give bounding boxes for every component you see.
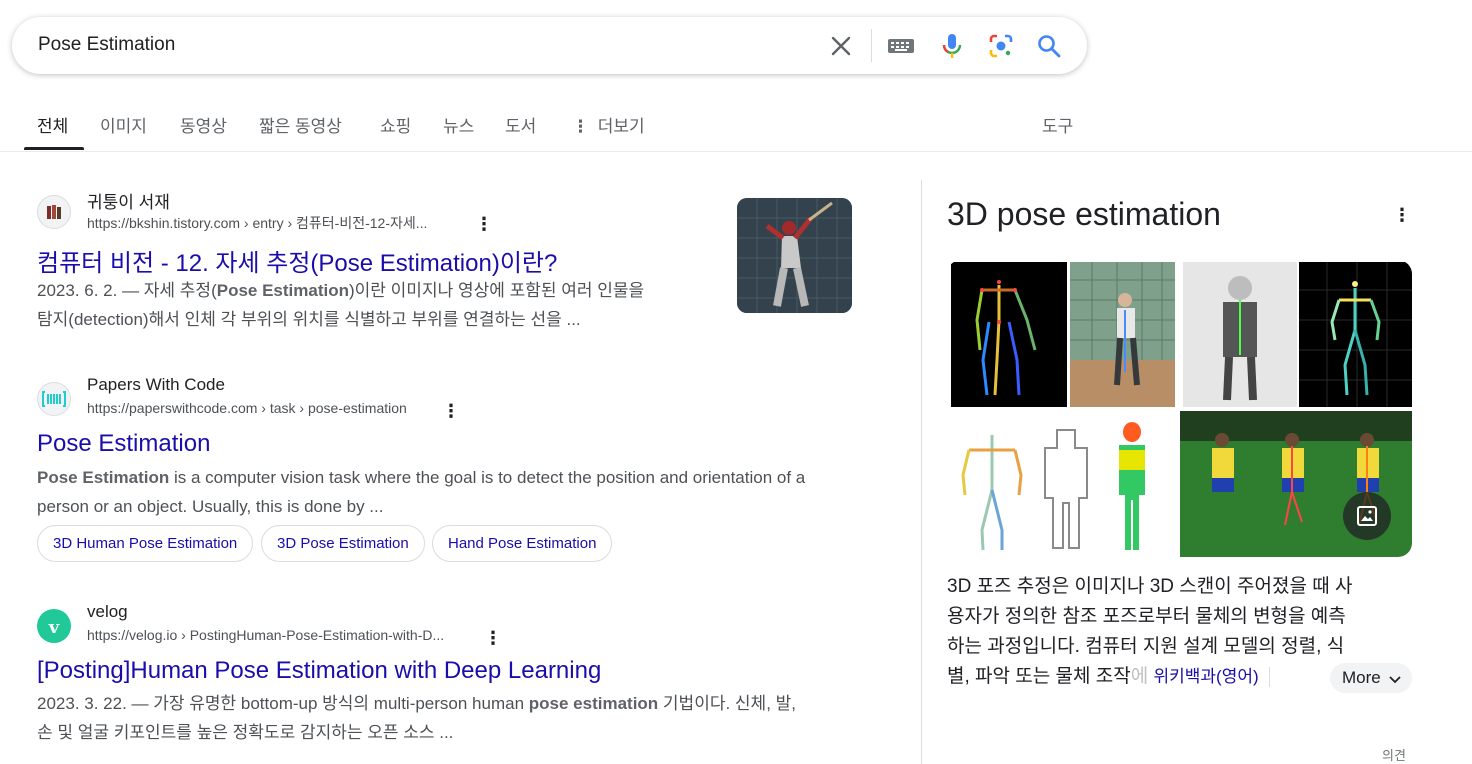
result-options-icon[interactable]: ⋮	[484, 629, 502, 647]
tab-news[interactable]: 뉴스	[443, 112, 474, 137]
tab-short-videos[interactable]: 짧은 동영상	[259, 112, 342, 137]
svg-text:v: v	[48, 617, 60, 638]
result-snippet: Pose Estimation is a computer vision tas…	[37, 468, 806, 516]
result-snippet: 2023. 6. 2. — 자세 추정(Pose Estimation)이란 이…	[37, 281, 645, 329]
search-bar[interactable]: Pose Estimation	[12, 17, 1087, 74]
knowledge-panel-divider	[921, 180, 922, 764]
search-bar-divider	[871, 29, 872, 62]
chevron-down-icon	[1389, 664, 1402, 694]
active-tab-indicator	[24, 147, 84, 150]
result-title-link[interactable]: 컴퓨터 비전 - 12. 자세 추정(Pose Estimation)이란?	[37, 243, 557, 278]
knowledge-panel-title: 3D pose estimation	[947, 196, 1221, 232]
microphone-icon[interactable]	[937, 31, 967, 61]
tab-images[interactable]: 이미지	[100, 112, 147, 137]
result-title-link[interactable]: [Posting]Human Pose Estimation with Deep…	[37, 657, 601, 685]
site-name[interactable]: velog	[87, 602, 128, 622]
more-button-label: More	[1342, 668, 1381, 687]
knowledge-panel-images[interactable]	[947, 260, 1412, 557]
site-name[interactable]: 귀퉁이 서재	[87, 188, 170, 213]
result-snippet: 2023. 3. 22. — 가장 유명한 bottom-up 방식의 mult…	[37, 694, 797, 742]
wikipedia-link[interactable]: 위키백과(영어)	[1153, 667, 1258, 686]
image-search-icon[interactable]	[1343, 492, 1391, 540]
clear-icon[interactable]	[826, 31, 856, 61]
result-title-link[interactable]: Pose Estimation	[37, 430, 210, 458]
more-vert-icon: ⋮	[572, 117, 589, 136]
site-url[interactable]: https://velog.io › PostingHuman-Pose-Est…	[87, 627, 444, 643]
result-options-icon[interactable]: ⋮	[475, 215, 493, 233]
result-thumbnail[interactable]	[737, 198, 852, 313]
site-favicon	[37, 382, 71, 416]
site-url[interactable]: https://bkshin.tistory.com › entry › 컴퓨터…	[87, 213, 427, 233]
tab-more-label: 더보기	[597, 117, 645, 136]
search-input[interactable]: Pose Estimation	[38, 34, 175, 56]
tools-button[interactable]: 도구	[1042, 112, 1073, 137]
chip-3d-human-pose[interactable]: 3D Human Pose Estimation	[37, 525, 254, 562]
lens-icon[interactable]	[986, 31, 1016, 61]
keyboard-icon[interactable]	[886, 31, 916, 61]
tab-books[interactable]: 도서	[505, 112, 536, 137]
chip-3d-pose[interactable]: 3D Pose Estimation	[261, 525, 425, 562]
chip-hand-pose[interactable]: Hand Pose Estimation	[432, 525, 613, 562]
more-button[interactable]: More	[1330, 663, 1412, 693]
site-favicon: v	[37, 609, 71, 643]
tab-videos[interactable]: 동영상	[180, 112, 227, 137]
site-name[interactable]: Papers With Code	[87, 375, 225, 395]
search-icon[interactable]	[1034, 31, 1064, 61]
knowledge-panel-options-icon[interactable]: ⋮	[1393, 205, 1411, 226]
search-tabs: 전체 이미지 동영상 짧은 동영상 쇼핑 뉴스 도서 ⋮ 더보기 도구	[0, 108, 1472, 152]
feedback-link[interactable]: 의견	[1382, 745, 1406, 764]
related-chips: 3D Human Pose Estimation 3D Pose Estimat…	[37, 525, 737, 562]
tab-more[interactable]: ⋮ 더보기	[572, 112, 645, 137]
result-options-icon[interactable]: ⋮	[442, 402, 460, 420]
tab-all[interactable]: 전체	[37, 112, 68, 137]
site-url[interactable]: https://paperswithcode.com › task › pose…	[87, 400, 407, 416]
tabs-divider	[0, 151, 1472, 152]
tab-shopping[interactable]: 쇼핑	[380, 112, 411, 137]
site-favicon	[37, 195, 71, 229]
